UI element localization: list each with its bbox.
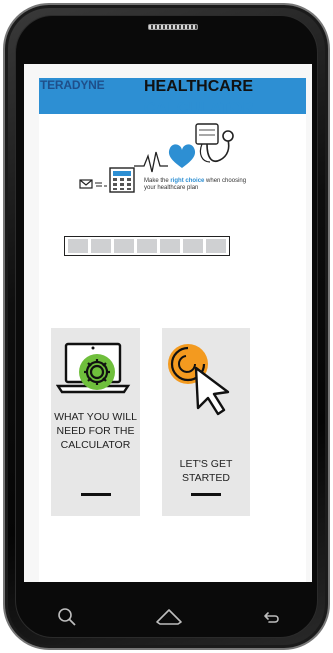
tagline-text-start: Make the <box>144 178 171 184</box>
progress-segment <box>91 239 111 253</box>
heart-icon <box>168 144 196 168</box>
back-icon[interactable] <box>254 600 288 634</box>
progress-bar <box>64 236 230 256</box>
calculator-icon <box>109 167 135 193</box>
system-nav-bar <box>30 600 302 634</box>
envelope-icon <box>79 179 107 189</box>
stethoscope-icon <box>195 123 234 163</box>
progress-segment <box>183 239 203 253</box>
lets-get-started-card[interactable]: LET'S GET STARTED <box>162 328 250 516</box>
home-icon[interactable] <box>152 600 186 634</box>
search-icon[interactable] <box>50 600 84 634</box>
progress-segment <box>160 239 180 253</box>
brand-logo-text: TERADYNE <box>40 78 105 92</box>
heartbeat-line <box>134 151 168 173</box>
card-label: LET'S GET STARTED <box>179 458 233 484</box>
tagline-accent: right choice <box>170 178 205 184</box>
cursor-click-icon <box>168 344 230 416</box>
card-label: WHAT YOU WILL NEED FOR THE CALCULATOR <box>54 411 137 451</box>
what-you-will-need-card[interactable]: WHAT YOU WILL NEED FOR THE CALCULATOR <box>51 328 140 516</box>
page-title-line1: HEALTHCARE <box>144 78 254 95</box>
laptop-gear-icon <box>56 342 131 394</box>
card-divider <box>80 493 111 496</box>
progress-segment <box>137 239 157 253</box>
illustration-tagline: Make the right choice when choosing your… <box>144 178 256 192</box>
card-divider <box>191 493 221 496</box>
speaker-grille <box>148 24 198 30</box>
page-title-line2: CALCULATOR <box>144 100 254 117</box>
progress-segment <box>206 239 226 253</box>
progress-segment <box>114 239 134 253</box>
progress-segment <box>68 239 88 253</box>
